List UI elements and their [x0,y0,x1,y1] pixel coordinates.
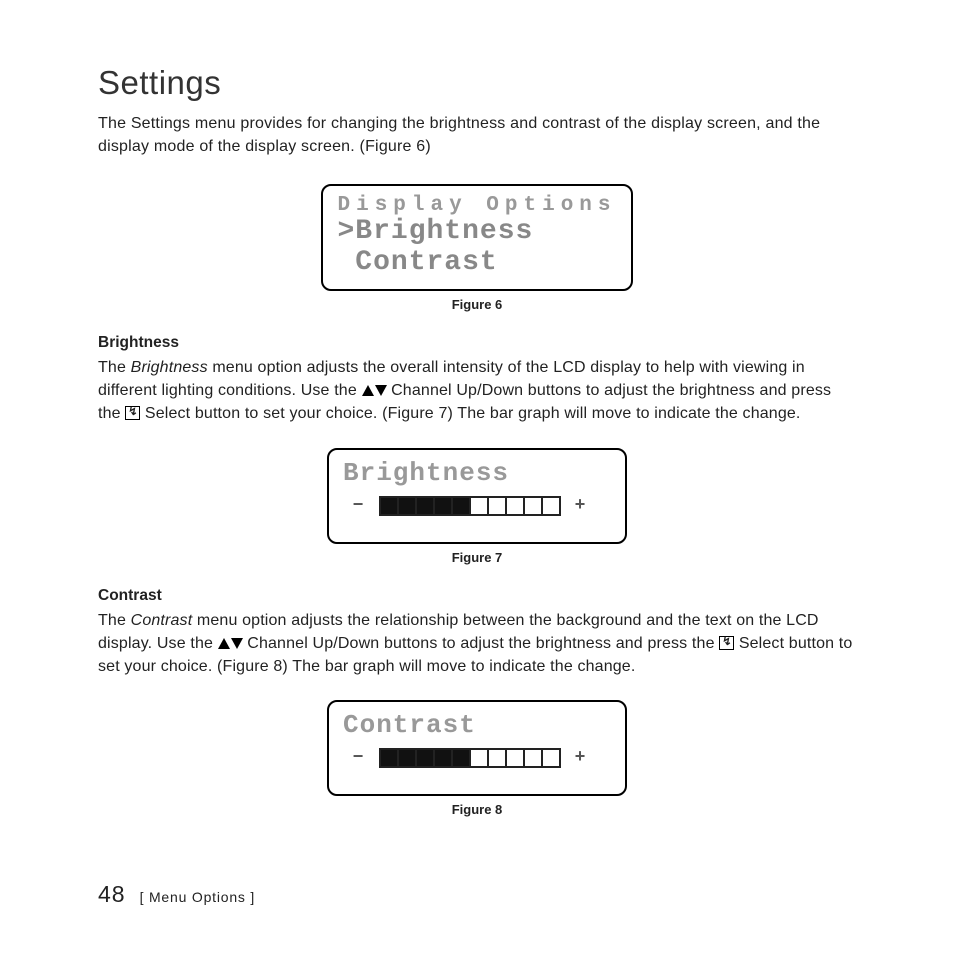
bar-segment [379,496,399,516]
bar-segment [541,748,561,768]
bar-segment [415,496,435,516]
select-icon [125,406,140,420]
lcd-title-brightness: Brightness [343,458,611,488]
footer-section: [ Menu Options ] [140,889,256,905]
lcd-line-brightness: >Brightness [337,217,616,248]
contrast-bargraph [379,748,559,768]
lcd-title-contrast: Contrast [343,710,611,740]
page-heading: Settings [98,64,856,102]
lcd-line-contrast: Contrast [337,248,616,279]
down-triangle-icon [375,385,387,396]
bar-segment [433,496,453,516]
bar-segment [415,748,435,768]
bar-segment [505,748,525,768]
minus-icon: − [349,496,367,516]
bar-segment [541,496,561,516]
bar-segment [397,748,417,768]
bar-segment [379,748,399,768]
select-icon [719,636,734,650]
intro-paragraph: The Settings menu provides for changing … [98,112,856,158]
figure-8-caption: Figure 8 [98,802,856,817]
bar-segment [469,496,489,516]
bar-segment [523,748,543,768]
bar-segment [397,496,417,516]
plus-icon: + [571,748,589,768]
contrast-paragraph: The Contrast menu option adjusts the rel… [98,609,856,679]
bar-segment [469,748,489,768]
bar-segment [487,496,507,516]
figure-7-caption: Figure 7 [98,550,856,565]
bar-segment [451,496,471,516]
bar-segment [451,748,471,768]
bar-segment [523,496,543,516]
bar-segment [433,748,453,768]
plus-icon: + [571,496,589,516]
bar-segment [505,496,525,516]
brightness-bargraph [379,496,559,516]
brightness-paragraph: The Brightness menu option adjusts the o… [98,356,856,426]
bar-segment [487,748,507,768]
page-number: 48 [98,881,126,908]
lcd-header: Display Options [337,194,616,217]
figure-7-lcd: Brightness − + [327,448,627,544]
down-triangle-icon [231,638,243,649]
figure-6-lcd: Display Options >Brightness Contrast [321,184,632,291]
page-footer: 48 [ Menu Options ] [98,881,255,908]
brightness-subhead: Brightness [98,334,856,352]
up-triangle-icon [362,385,374,396]
figure-8-lcd: Contrast − + [327,700,627,796]
figure-6-caption: Figure 6 [98,297,856,312]
minus-icon: − [349,748,367,768]
contrast-subhead: Contrast [98,587,856,605]
up-triangle-icon [218,638,230,649]
